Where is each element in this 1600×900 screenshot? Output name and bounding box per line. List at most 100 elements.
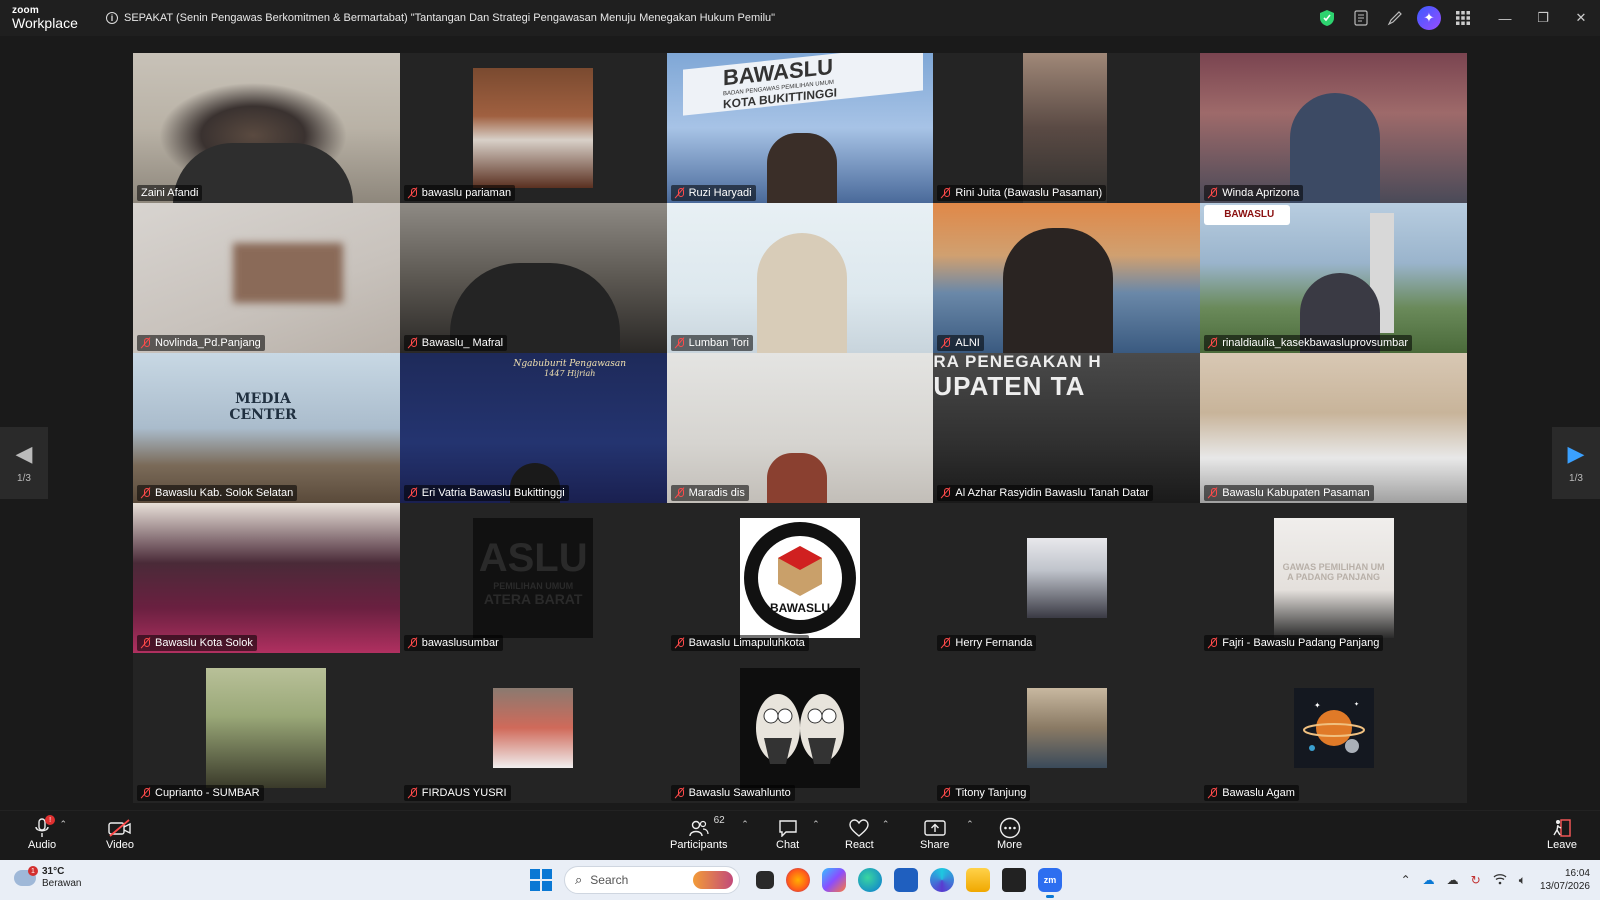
participant-name: Bawaslu Kota Solok: [155, 637, 253, 649]
weather-widget[interactable]: 1 31°C Berawan: [14, 866, 81, 890]
react-button[interactable]: ⌃ React: [845, 817, 889, 851]
participant-tile[interactable]: GAWAS PEMILIHAN UM A PADANG PANJANG Fajr…: [1200, 503, 1467, 653]
participants-options-caret-icon[interactable]: ⌃: [741, 819, 749, 830]
participant-tile[interactable]: Lumban Tori: [666, 203, 934, 353]
minimize-button[interactable]: —: [1486, 0, 1524, 36]
info-icon[interactable]: i: [106, 12, 118, 24]
react-options-caret-icon[interactable]: ⌃: [882, 819, 890, 830]
participant-name-label: Rini Juita (Bawaslu Pasaman): [937, 185, 1107, 201]
participant-tile[interactable]: Bawaslu Sawahlunto: [666, 653, 934, 803]
participant-name-label: Bawaslu Kota Solok: [137, 635, 257, 651]
audio-options-caret-icon[interactable]: ⌃: [60, 819, 68, 830]
participant-tile[interactable]: Maradis dis: [666, 353, 934, 503]
participant-tile[interactable]: ASLU PEMILIHAN UMUM ATERA BARAT bawaslus…: [399, 503, 667, 653]
participant-name: Rini Juita (Bawaslu Pasaman): [955, 187, 1103, 199]
file-explorer-icon[interactable]: [966, 868, 990, 892]
participant-tile[interactable]: Cuprianto - SUMBAR: [133, 653, 400, 803]
logo-line2: Workplace: [12, 15, 78, 31]
participant-name-label: Herry Fernanda: [937, 635, 1037, 651]
page-indicator-left: 1/3: [17, 472, 31, 484]
leave-button[interactable]: Leave: [1547, 817, 1577, 851]
cloud-off-icon[interactable]: ☁: [1447, 873, 1459, 887]
firefox-icon[interactable]: [786, 868, 810, 892]
volume-icon[interactable]: 🔈︎: [1519, 873, 1526, 888]
participant-tile[interactable]: Rini Juita (Bawaslu Pasaman): [933, 53, 1201, 203]
page-indicator-right: 1/3: [1569, 472, 1583, 484]
zoom-app-icon[interactable]: zm: [1038, 868, 1062, 898]
participant-name: Bawaslu Limapuluhkota: [688, 637, 805, 649]
notes-icon[interactable]: [1346, 3, 1376, 33]
participant-name-label: ALNI: [937, 335, 984, 351]
ai-companion-button[interactable]: ✦: [1414, 3, 1444, 33]
participant-tile[interactable]: Herry Fernanda: [933, 503, 1201, 653]
audio-button[interactable]: ! ⌃ Audio: [28, 815, 67, 851]
participant-tile[interactable]: FIRDAUS YUSRI: [399, 653, 667, 803]
share-label: Share: [920, 839, 950, 851]
avatar-text-1: ASLU: [478, 536, 588, 580]
more-label: More: [997, 839, 1023, 851]
participant-tile[interactable]: Bawaslu Kabupaten Pasaman: [1200, 353, 1467, 503]
participant-tile[interactable]: Novlinda_Pd.Panjang: [133, 203, 400, 353]
participant-tile[interactable]: BAWASLU BADAN PENGAWAS PEMILIHAN UMUM KO…: [666, 53, 934, 203]
task-view-icon[interactable]: [756, 871, 774, 889]
participant-name: Bawaslu Kab. Solok Selatan: [155, 487, 294, 499]
participant-name-label: Zaini Afandi: [137, 185, 203, 201]
restore-button[interactable]: ❐: [1524, 0, 1562, 36]
participant-tile[interactable]: BAWASLU rinaldiaulia_kasekbawasluprovsum…: [1200, 203, 1467, 353]
participant-body: [766, 453, 827, 503]
store-icon[interactable]: [894, 868, 918, 892]
taskbar-search-box[interactable]: ⌕ Search: [564, 866, 740, 894]
avatar-bg-text-1: GAWAS PEMILIHAN UM: [1282, 562, 1385, 572]
wifi-icon[interactable]: [1493, 873, 1507, 888]
participant-tile[interactable]: ✦ ✦ Bawaslu Agam: [1200, 653, 1467, 803]
copilot-icon[interactable]: [822, 868, 846, 892]
chrome-icon[interactable]: [930, 868, 954, 892]
mic-muted-icon: [675, 187, 685, 199]
weather-temp: 31°C: [42, 866, 65, 877]
onedrive-icon[interactable]: ☁: [1423, 873, 1435, 887]
encryption-shield-icon[interactable]: [1312, 3, 1342, 33]
banner-line1: RA PENEGAKAN H: [933, 353, 1102, 371]
share-button[interactable]: ⌃ Share: [920, 817, 974, 851]
participant-tile[interactable]: Bawaslu Kota Solok: [133, 503, 400, 653]
apps-grid-icon[interactable]: [1448, 3, 1478, 33]
heart-icon: [849, 819, 870, 837]
sync-icon[interactable]: ↻: [1471, 873, 1481, 887]
participant-tile[interactable]: Winda Aprizona: [1200, 53, 1467, 203]
chat-options-caret-icon[interactable]: ⌃: [812, 819, 820, 830]
participant-tile[interactable]: ALNI: [933, 203, 1201, 353]
banner-line2: UPATEN TA: [933, 370, 1086, 401]
avatar-text-2: PEMILIHAN UMUM: [493, 581, 574, 591]
close-button[interactable]: ✕: [1562, 0, 1600, 36]
participant-name: FIRDAUS YUSRI: [421, 787, 507, 799]
app-z-icon[interactable]: [1002, 868, 1026, 892]
windows-start-icon[interactable]: [530, 869, 552, 891]
edge-icon[interactable]: [858, 868, 882, 892]
share-options-caret-icon[interactable]: ⌃: [966, 819, 974, 830]
participant-tile[interactable]: Titony Tanjung: [933, 653, 1201, 803]
react-label: React: [845, 839, 874, 851]
participant-tile[interactable]: RA PENEGAKAN H UPATEN TA Al Azhar Rasyid…: [933, 353, 1201, 503]
participant-tile[interactable]: BAWASLU Bawaslu Limapuluhkota: [666, 503, 934, 653]
tray-overflow-chevron-icon[interactable]: ⌃: [1401, 873, 1411, 887]
participant-tile[interactable]: MEDIA CENTER Bawaslu Kab. Solok Selatan: [133, 353, 400, 503]
system-clock[interactable]: 16:04 13/07/2026: [1540, 867, 1590, 894]
participant-name: Lumban Tori: [688, 337, 749, 349]
planet-icon: ✦ ✦: [1302, 701, 1365, 753]
participant-tile[interactable]: Zaini Afandi: [133, 53, 400, 203]
chat-button[interactable]: ⌃ Chat: [776, 817, 820, 851]
whiteboard-pen-icon[interactable]: [1380, 3, 1410, 33]
svg-text:✦: ✦: [1354, 701, 1359, 708]
participant-video: [133, 503, 400, 653]
prev-page-button[interactable]: ◀ 1/3: [0, 427, 48, 499]
participant-tile[interactable]: Ngabuburit Pengawasan 1447 Hijriah Eri V…: [399, 353, 667, 503]
more-button[interactable]: More: [997, 817, 1022, 851]
next-page-button[interactable]: ▶ 1/3: [1552, 427, 1600, 499]
participant-tile[interactable]: bawaslu pariaman: [399, 53, 667, 203]
gallery-stage: ◀ 1/3 ▶ 1/3 Zaini Afandi bawaslu pariama…: [0, 36, 1600, 810]
mic-muted-icon: [408, 487, 418, 499]
chat-label: Chat: [776, 839, 800, 851]
participants-button[interactable]: 62 ⌃ Participants: [670, 815, 749, 851]
participant-tile[interactable]: Bawaslu_ Mafral: [399, 203, 667, 353]
video-button[interactable]: Video: [106, 817, 134, 851]
